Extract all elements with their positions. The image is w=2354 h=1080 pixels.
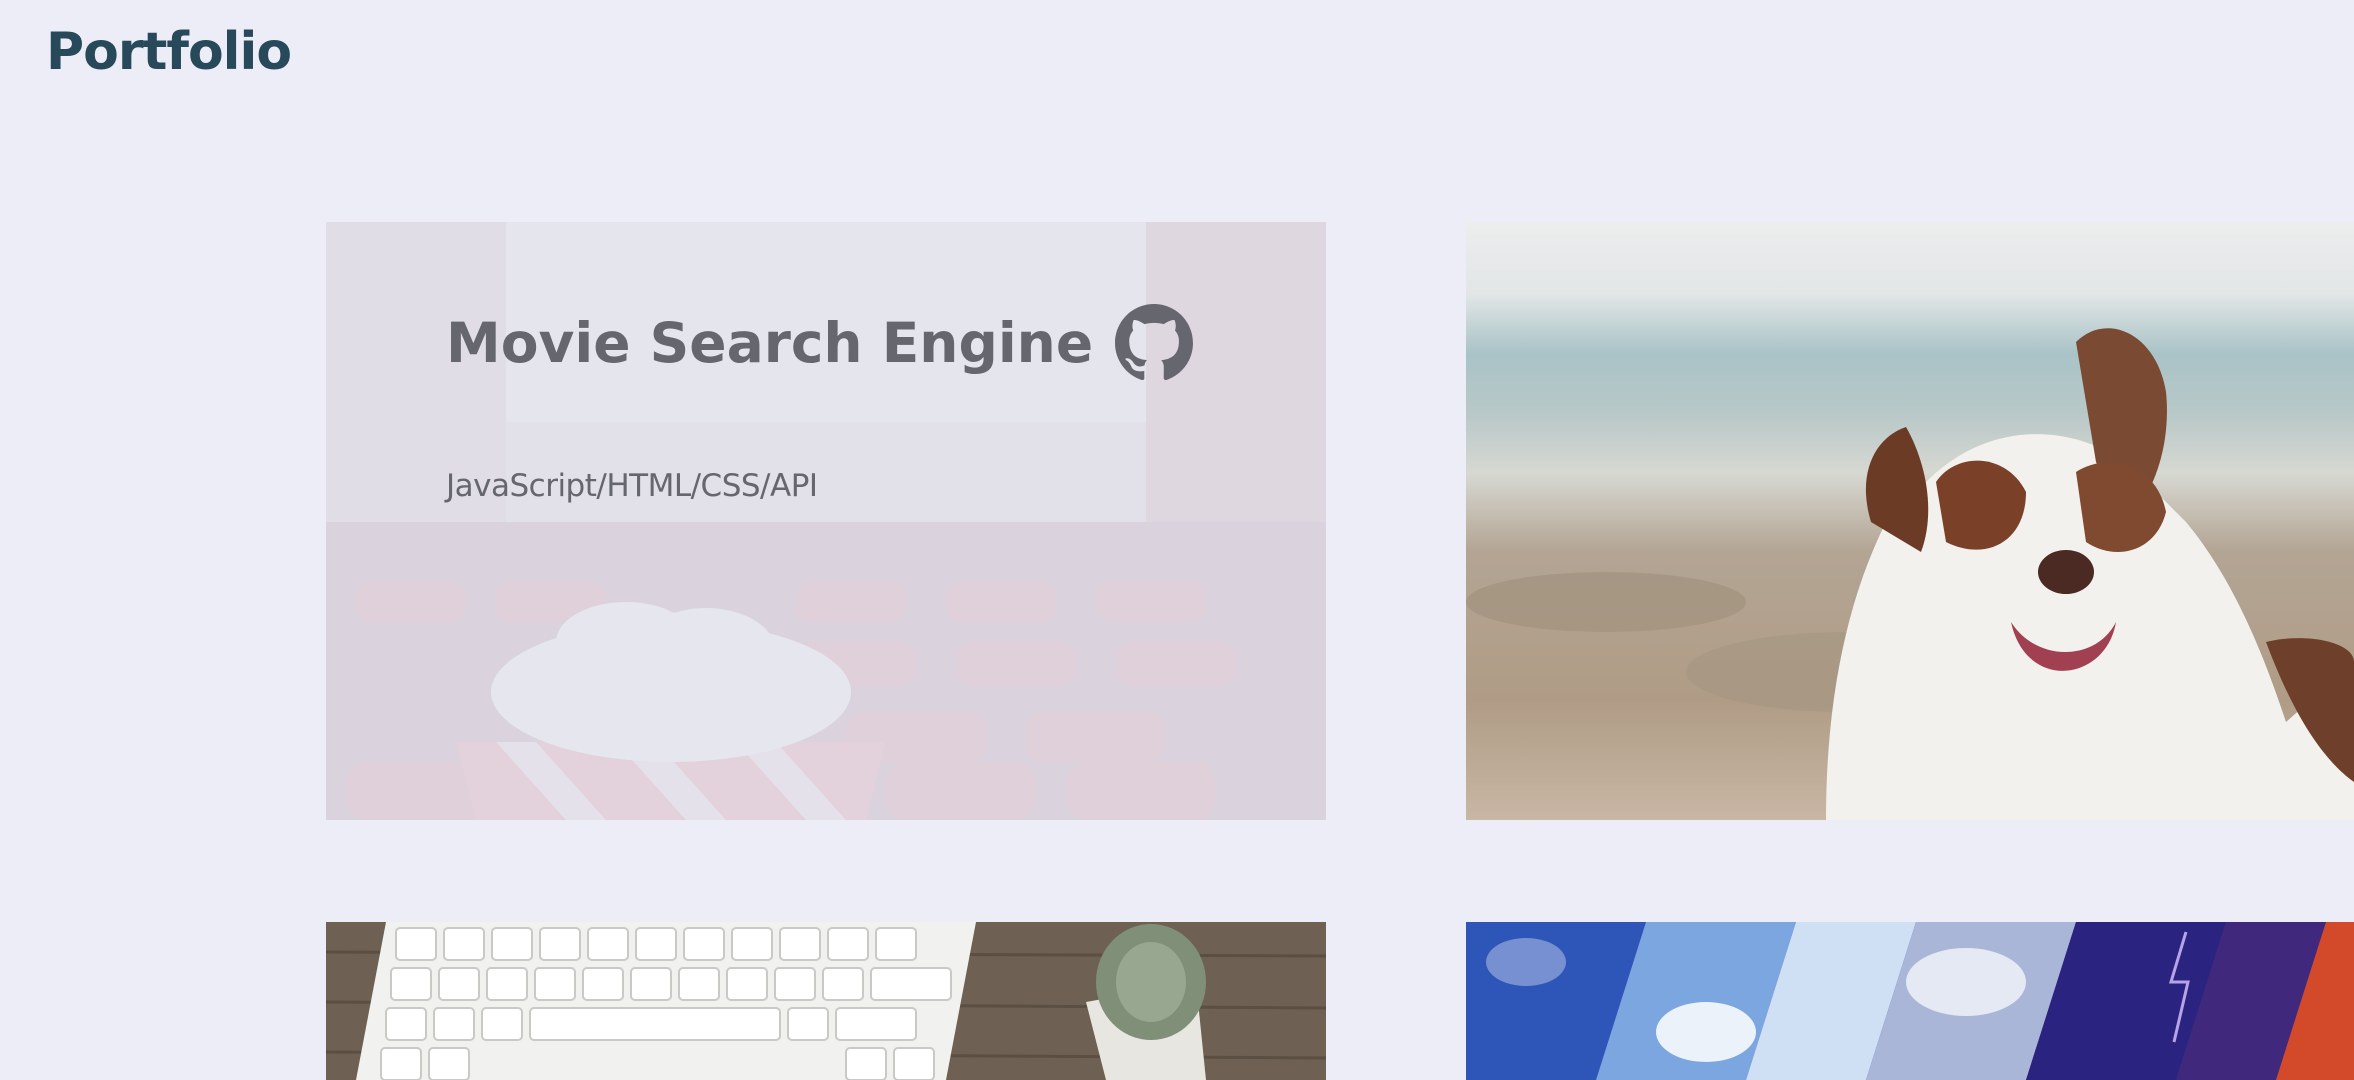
project-card-dog[interactable] xyxy=(1466,222,2354,820)
keyboard-image xyxy=(326,922,1326,1080)
project-title: Movie Search Engine xyxy=(446,304,1194,382)
weather-image xyxy=(1466,922,2354,1080)
project-card-weather[interactable] xyxy=(1466,922,2354,1080)
github-icon[interactable] xyxy=(1115,304,1194,382)
project-card-movie-search[interactable]: Movie Search Engine JavaScript/HTML/CSS/… xyxy=(326,222,1326,820)
dog-image xyxy=(1466,222,2354,820)
project-card-keyboard[interactable] xyxy=(326,922,1326,1080)
project-tech-stack: JavaScript/HTML/CSS/API xyxy=(446,468,818,504)
page-title: Portfolio xyxy=(46,22,292,82)
